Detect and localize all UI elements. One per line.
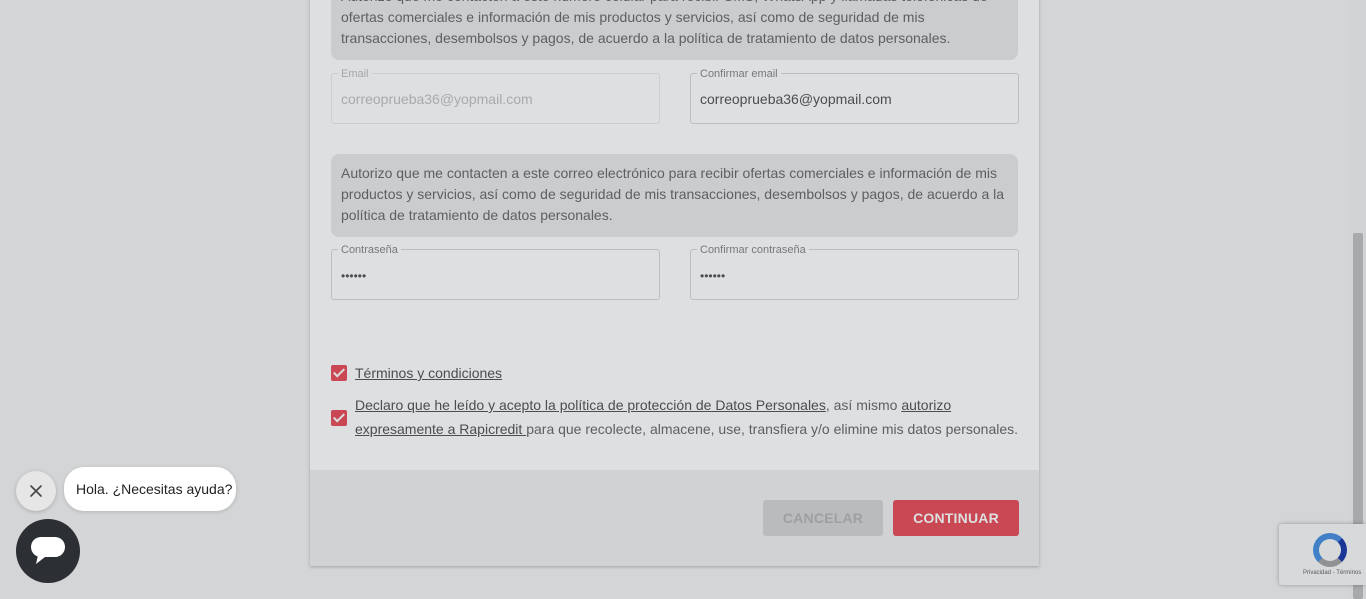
password-label: Contraseña [338, 244, 401, 256]
declaration-text-part1: , así mismo [825, 397, 902, 413]
declaration-checkbox[interactable] [331, 410, 347, 426]
email-consent-notice: Autorizo que me contacten a este correo … [331, 154, 1018, 237]
privacy-policy-link[interactable]: Declaro que he leído y acepto la polític… [355, 397, 826, 413]
recaptcha-links[interactable]: Privacidad - Términos [1303, 570, 1361, 576]
recaptcha-icon [1313, 533, 1347, 567]
password-field[interactable]: Contraseña [331, 244, 660, 300]
declaration-row: Declaro que he leído y acepto la polític… [331, 393, 1021, 441]
password-input[interactable] [341, 269, 641, 283]
confirm-password-input[interactable] [700, 269, 1000, 283]
terms-link[interactable]: Términos y condiciones [355, 361, 502, 385]
terms-row: Términos y condiciones [331, 361, 502, 385]
chat-bubble-icon [31, 537, 65, 564]
continue-button[interactable]: CONTINUAR [893, 500, 1019, 536]
chat-close-button[interactable] [16, 471, 56, 511]
terms-checkbox[interactable] [331, 365, 347, 381]
confirm-email-field[interactable]: Confirmar email [690, 68, 1019, 124]
confirm-email-label: Confirmar email [697, 68, 781, 80]
confirm-email-input[interactable] [700, 91, 1000, 107]
phone-consent-notice: Autorizo que me contacten a este número … [331, 0, 1018, 60]
recaptcha-badge[interactable]: Privacidad - Términos [1279, 524, 1366, 585]
cancel-button[interactable]: CANCELAR [763, 500, 883, 536]
phone-consent-text: Autorizo que me contacten a este número … [341, 0, 988, 46]
email-consent-text: Autorizo que me contacten a este correo … [341, 165, 1005, 223]
confirm-password-field[interactable]: Confirmar contraseña [690, 244, 1019, 300]
chat-greeting-bubble[interactable]: Hola. ¿Necesitas ayuda? [64, 467, 236, 511]
chat-launcher-button[interactable] [16, 519, 80, 583]
email-field[interactable]: Email [331, 68, 660, 124]
page-scrollbar[interactable] [1349, 0, 1366, 599]
close-icon [30, 485, 42, 497]
declaration-text-part2: para que recolecte, almacene, use, trans… [526, 421, 1019, 437]
email-input[interactable] [341, 91, 641, 107]
chat-greeting-text: Hola. ¿Necesitas ayuda? [76, 481, 233, 497]
declaration-text: Declaro que he leído y acepto la polític… [355, 393, 1021, 441]
confirm-password-label: Confirmar contraseña [697, 244, 809, 256]
email-label: Email [338, 68, 372, 80]
